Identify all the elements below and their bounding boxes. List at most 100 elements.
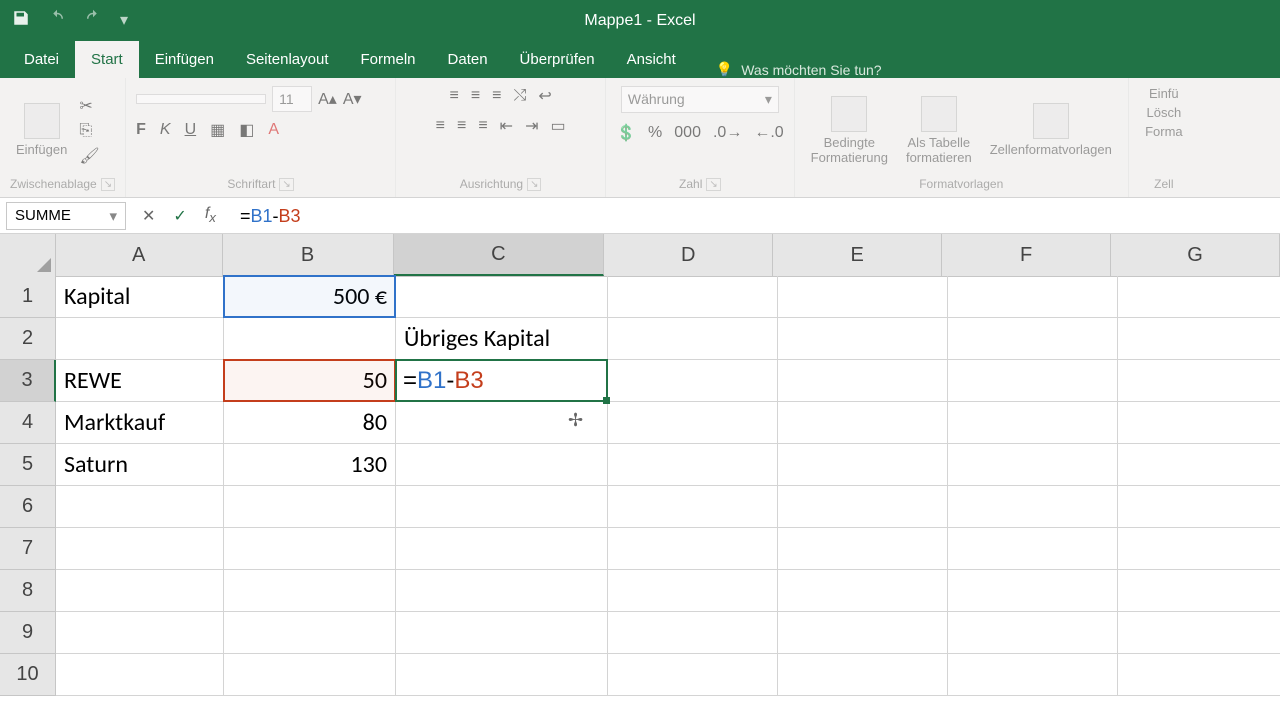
cell-A6[interactable] [56, 486, 224, 528]
colhead-D[interactable]: D [604, 234, 773, 276]
delete-cells-button[interactable]: Lösch [1146, 105, 1181, 120]
insert-cells-button[interactable]: Einfü [1149, 86, 1179, 101]
cell-F9[interactable] [948, 612, 1118, 654]
cell-F7[interactable] [948, 528, 1118, 570]
cell-A4[interactable]: Marktkauf [56, 402, 224, 444]
currency-icon[interactable]: 💲 [616, 123, 636, 143]
italic-button[interactable]: K [160, 121, 171, 139]
tab-review[interactable]: Überprüfen [504, 41, 611, 78]
clipboard-launcher[interactable]: ↘ [101, 178, 115, 191]
cell-F1[interactable] [948, 276, 1118, 318]
cell-A2[interactable] [56, 318, 224, 360]
cell-F3[interactable] [948, 360, 1118, 402]
cell-G2[interactable] [1118, 318, 1280, 360]
cell-C1[interactable] [396, 276, 608, 318]
tab-layout[interactable]: Seitenlayout [230, 41, 345, 78]
cut-icon[interactable]: ✂ [79, 96, 99, 116]
cell-C3[interactable] [396, 360, 608, 402]
cell-D4[interactable] [608, 402, 778, 444]
cell-styles-button[interactable]: Zellenformatvorlagen [984, 101, 1118, 160]
cell-E6[interactable] [778, 486, 948, 528]
format-cells-button[interactable]: Forma [1145, 124, 1183, 139]
cell-C5[interactable] [396, 444, 608, 486]
align-middle-icon[interactable]: ≡ [471, 87, 480, 105]
rowhead-8[interactable]: 8 [0, 570, 56, 612]
dec-decimal-icon[interactable]: ←.0 [754, 124, 783, 142]
font-size-select[interactable]: 11 [272, 86, 312, 112]
comma-icon[interactable]: 000 [674, 124, 701, 142]
indent-inc-icon[interactable]: ⇥ [525, 116, 538, 136]
orientation-icon[interactable]: ⤭ [514, 87, 527, 105]
cell-A7[interactable] [56, 528, 224, 570]
paste-button[interactable]: Einfügen [10, 101, 73, 160]
tab-insert[interactable]: Einfügen [139, 41, 230, 78]
cell-A1[interactable]: Kapital [56, 276, 224, 318]
rowhead-1[interactable]: 1 [0, 276, 56, 318]
colhead-C[interactable]: C [394, 234, 605, 276]
tab-file[interactable]: Datei [8, 41, 75, 78]
rowhead-4[interactable]: 4 [0, 402, 56, 444]
tell-me[interactable]: 💡 Was möchten Sie tun? [692, 61, 882, 78]
cell-C4[interactable] [396, 402, 608, 444]
cell-D8[interactable] [608, 570, 778, 612]
cell-F8[interactable] [948, 570, 1118, 612]
cell-B1[interactable]: 500 € [224, 276, 396, 318]
percent-icon[interactable]: % [648, 124, 662, 142]
format-table-button[interactable]: Als Tabelle formatieren [900, 94, 978, 168]
cell-B7[interactable] [224, 528, 396, 570]
colhead-E[interactable]: E [773, 234, 942, 276]
cell-B4[interactable]: 80 [224, 402, 396, 444]
merge-icon[interactable]: ▭ [550, 116, 565, 136]
colhead-G[interactable]: G [1111, 234, 1280, 276]
cell-E7[interactable] [778, 528, 948, 570]
save-icon[interactable] [12, 9, 30, 32]
cell-E1[interactable] [778, 276, 948, 318]
cell-G1[interactable] [1118, 276, 1280, 318]
cell-B9[interactable] [224, 612, 396, 654]
cell-E9[interactable] [778, 612, 948, 654]
colhead-B[interactable]: B [223, 234, 394, 276]
cell-G5[interactable] [1118, 444, 1280, 486]
cell-A9[interactable] [56, 612, 224, 654]
grow-font-icon[interactable]: A▴ [318, 89, 337, 109]
align-center-icon[interactable]: ≡ [457, 117, 466, 135]
cell-D2[interactable] [608, 318, 778, 360]
fx-icon[interactable]: fx [205, 205, 216, 225]
font-launcher[interactable]: ↘ [279, 178, 293, 191]
inc-decimal-icon[interactable]: .0→ [713, 124, 742, 142]
rowhead-9[interactable]: 9 [0, 612, 56, 654]
underline-button[interactable]: U [185, 121, 197, 139]
cell-A10[interactable] [56, 654, 224, 696]
cell-A8[interactable] [56, 570, 224, 612]
conditional-format-button[interactable]: Bedingte Formatierung [805, 94, 894, 168]
wrap-text-icon[interactable]: ↩ [538, 86, 551, 106]
border-icon[interactable]: ▦ [210, 120, 225, 140]
colhead-A[interactable]: A [56, 234, 223, 276]
font-name-select[interactable] [136, 94, 266, 104]
cell-D9[interactable] [608, 612, 778, 654]
cell-C2[interactable]: Übriges Kapital [396, 318, 608, 360]
rowhead-10[interactable]: 10 [0, 654, 56, 696]
cell-C10[interactable] [396, 654, 608, 696]
cell-B5[interactable]: 130 [224, 444, 396, 486]
bold-button[interactable]: F [136, 121, 146, 139]
formula-input[interactable]: =B1-B3 [232, 205, 1280, 227]
undo-icon[interactable] [48, 9, 66, 32]
align-top-icon[interactable]: ≡ [449, 87, 458, 105]
cell-B10[interactable] [224, 654, 396, 696]
cell-F6[interactable] [948, 486, 1118, 528]
cell-D10[interactable] [608, 654, 778, 696]
cell-E5[interactable] [778, 444, 948, 486]
cell-C6[interactable] [396, 486, 608, 528]
rowhead-5[interactable]: 5 [0, 444, 56, 486]
cell-D5[interactable] [608, 444, 778, 486]
align-bottom-icon[interactable]: ≡ [492, 87, 501, 105]
cell-E3[interactable] [778, 360, 948, 402]
cell-G7[interactable] [1118, 528, 1280, 570]
tab-formulas[interactable]: Formeln [345, 41, 432, 78]
cell-E4[interactable] [778, 402, 948, 444]
cell-B3[interactable]: 50 [224, 360, 396, 402]
cell-F10[interactable] [948, 654, 1118, 696]
cell-G10[interactable] [1118, 654, 1280, 696]
cell-F2[interactable] [948, 318, 1118, 360]
